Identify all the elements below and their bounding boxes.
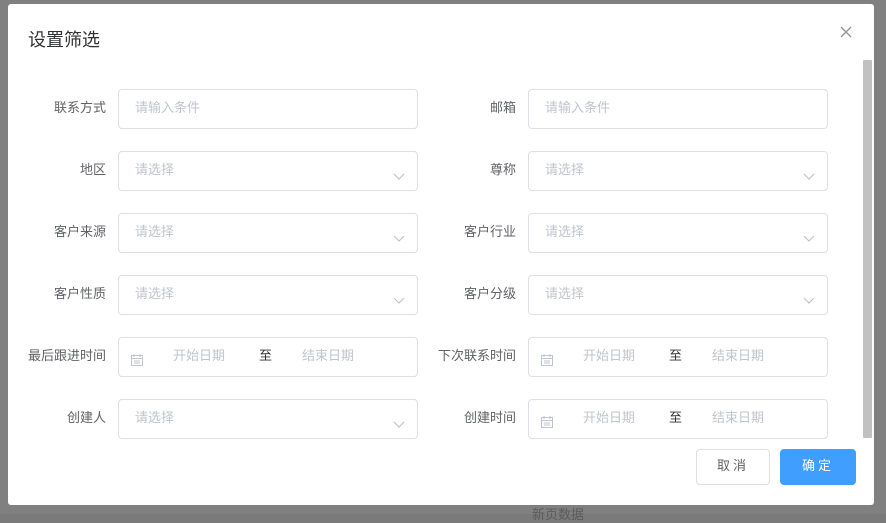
start-date-placeholder: 开始日期 <box>173 349 226 364</box>
filter-row: 地区 请选择 尊称 请选择 <box>8 151 858 191</box>
last-followup-daterange[interactable]: 开始日期 至 结束日期 <box>118 337 418 377</box>
chevron-down-icon <box>803 228 815 242</box>
confirm-button[interactable]: 确定 <box>780 449 856 485</box>
created-time-daterange[interactable]: 开始日期 至 结束日期 <box>528 399 828 439</box>
last-followup-label: 最后跟进时间 <box>27 349 106 364</box>
end-date-placeholder: 结束日期 <box>712 411 765 426</box>
start-date-placeholder: 开始日期 <box>583 411 636 426</box>
customer-source-placeholder: 请选择 <box>135 225 175 240</box>
honorific-label: 尊称 <box>489 163 516 178</box>
range-separator: 至 <box>259 349 273 364</box>
calendar-icon <box>541 351 553 366</box>
close-icon[interactable] <box>838 24 854 40</box>
creator-placeholder: 请选择 <box>135 411 175 426</box>
customer-nature-label: 客户性质 <box>53 287 106 302</box>
region-placeholder: 请选择 <box>135 163 175 178</box>
filter-row: 客户来源 请选择 客户行业 请选择 <box>8 213 858 253</box>
region-label: 地区 <box>79 163 106 178</box>
email-input[interactable]: 请输入条件 <box>528 89 828 129</box>
customer-grade-label: 客户分级 <box>463 287 516 302</box>
end-date-placeholder: 结束日期 <box>302 349 355 364</box>
email-label: 邮箱 <box>489 101 516 116</box>
next-contact-label: 下次联系时间 <box>437 349 516 364</box>
next-contact-daterange[interactable]: 开始日期 至 结束日期 <box>528 337 828 377</box>
chevron-down-icon <box>393 166 405 180</box>
cancel-button[interactable]: 取消 <box>696 449 770 485</box>
creator-label: 创建人 <box>66 411 106 426</box>
calendar-icon <box>541 413 553 428</box>
start-date-placeholder: 开始日期 <box>583 349 636 364</box>
calendar-icon <box>131 351 143 366</box>
customer-nature-placeholder: 请选择 <box>135 287 175 302</box>
filter-row: 联系方式 请输入条件 邮箱 请输入条件 <box>8 89 858 129</box>
range-separator: 至 <box>669 349 683 364</box>
chevron-down-icon <box>803 290 815 304</box>
honorific-select[interactable]: 请选择 <box>528 151 828 191</box>
email-placeholder: 请输入条件 <box>545 101 611 116</box>
created-time-label: 创建时间 <box>463 411 516 426</box>
customer-source-select[interactable]: 请选择 <box>118 213 418 253</box>
filter-dialog: 设置筛选 联系方式 请输入条件 邮箱 请输入条件 地区 请选择 尊称 请选择 客… <box>8 4 874 505</box>
contact-placeholder: 请输入条件 <box>135 101 201 116</box>
customer-industry-select[interactable]: 请选择 <box>528 213 828 253</box>
filter-row: 创建人 请选择 创建时间 开始日期 至 结束日期 <box>8 399 858 439</box>
chevron-down-icon <box>393 228 405 242</box>
chevron-down-icon <box>393 414 405 428</box>
filter-row: 最后跟进时间 开始日期 至 结束日期 下次联系时间 开始日期 至 结束日期 <box>8 337 858 377</box>
customer-source-label: 客户来源 <box>53 225 106 240</box>
honorific-placeholder: 请选择 <box>545 163 585 178</box>
contact-input[interactable]: 请输入条件 <box>118 89 418 129</box>
region-select[interactable]: 请选择 <box>118 151 418 191</box>
dialog-title: 设置筛选 <box>28 30 100 51</box>
customer-industry-label: 客户行业 <box>463 225 516 240</box>
filter-row: 客户性质 请选择 客户分级 请选择 <box>8 275 858 315</box>
chevron-down-icon <box>393 290 405 304</box>
customer-grade-select[interactable]: 请选择 <box>528 275 828 315</box>
contact-label: 联系方式 <box>53 101 106 116</box>
customer-nature-select[interactable]: 请选择 <box>118 275 418 315</box>
chevron-down-icon <box>803 166 815 180</box>
customer-grade-placeholder: 请选择 <box>545 287 585 302</box>
creator-select[interactable]: 请选择 <box>118 399 418 439</box>
scrollbar-thumb[interactable] <box>863 60 872 438</box>
customer-industry-placeholder: 请选择 <box>545 225 585 240</box>
range-separator: 至 <box>669 411 683 426</box>
end-date-placeholder: 结束日期 <box>712 349 765 364</box>
